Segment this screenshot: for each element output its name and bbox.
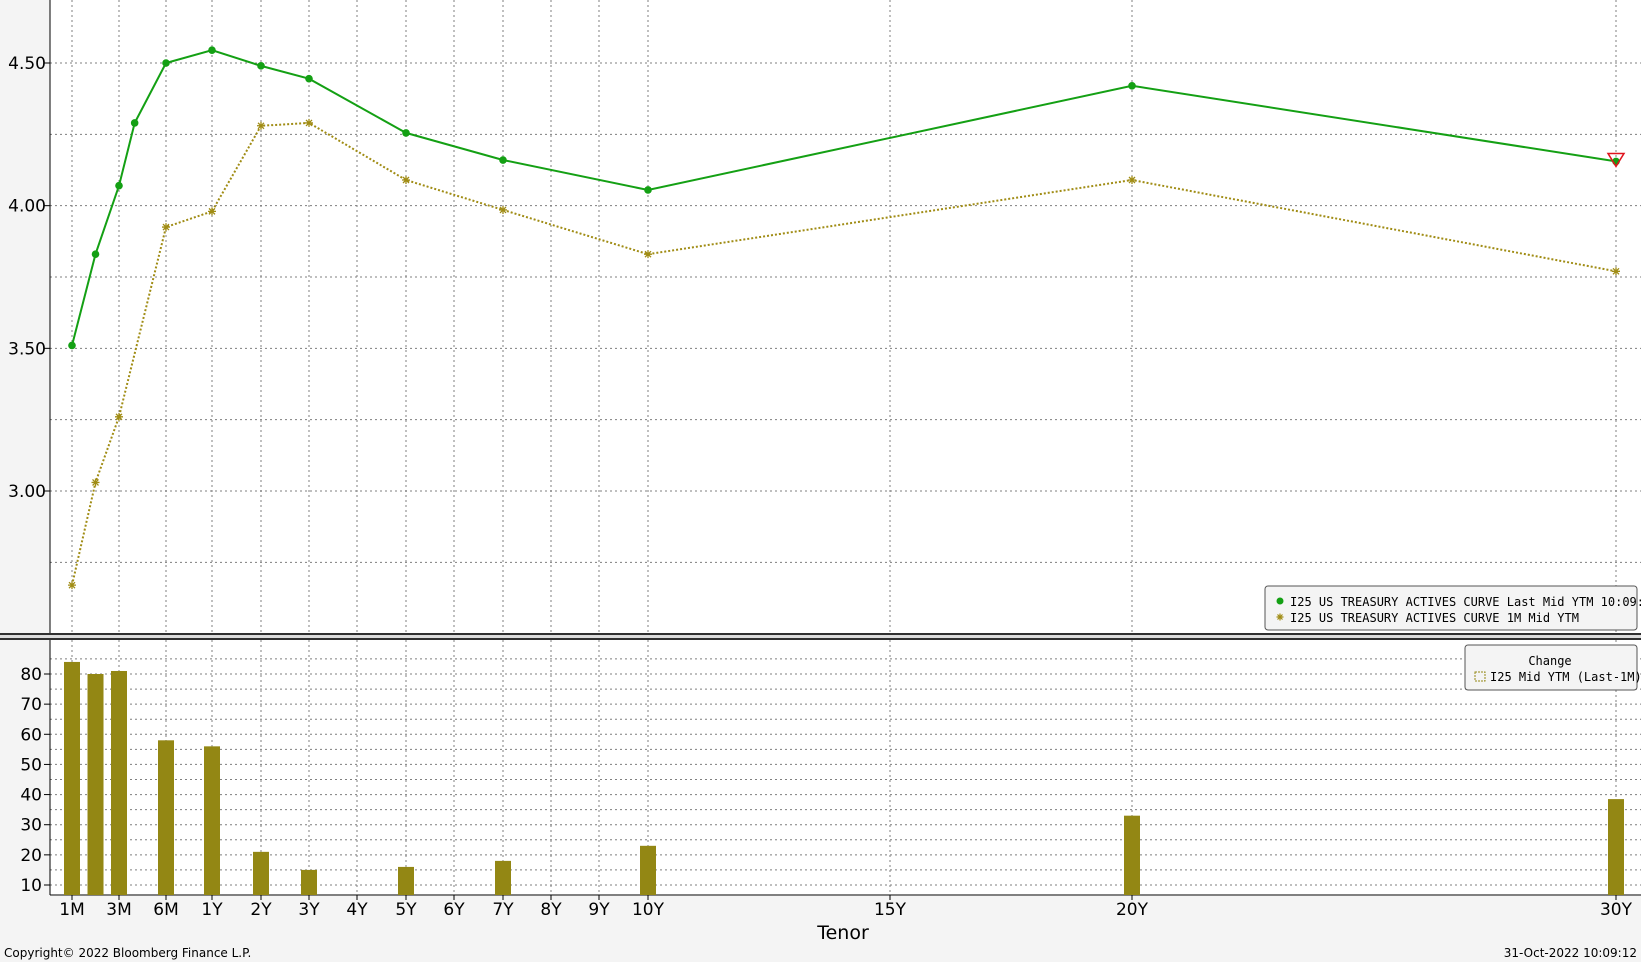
y-tick-label-bottom: 10: [20, 876, 42, 896]
timestamp-text: 31-Oct-2022 10:09:12: [1504, 946, 1637, 960]
x-tick-label: 9Y: [588, 900, 610, 920]
point-1m-mid: [257, 121, 265, 130]
point-last-mid: [91, 250, 100, 258]
y-tick-label-top: 3.00: [8, 482, 46, 502]
bar-change: [64, 661, 80, 895]
bar-change: [1608, 799, 1624, 895]
chart-canvas: 3.00 3.50 4.00 4.50 10 20 30 40 50 60 70 80 1M 3M 6M 1Y…: [0, 0, 1641, 962]
x-tick-label: 10Y: [632, 900, 665, 920]
bar-change: [495, 860, 511, 895]
point-last-mid: [208, 46, 216, 54]
point-1m-mid: [402, 175, 410, 184]
point-last-mid: [257, 62, 265, 70]
bar-change: [1124, 815, 1140, 895]
bar-change: [301, 869, 317, 895]
point-last-mid: [115, 181, 123, 190]
point-1m-mid: [68, 581, 76, 590]
bar-change: [87, 674, 104, 895]
y-tick-label-bottom: 30: [20, 816, 42, 836]
y-tick-label-bottom: 40: [20, 786, 42, 806]
legend-label-1m: I25 US TREASURY ACTIVES CURVE 1M Mid YTM: [1290, 611, 1579, 625]
legend-marker-last: [1276, 597, 1284, 605]
copyright-text: Copyright© 2022 Bloomberg Finance L.P.: [4, 946, 251, 960]
bar-change: [204, 746, 220, 895]
y-tick-label-bottom: 60: [20, 725, 42, 745]
point-1m-mid: [115, 412, 123, 421]
point-last-mid: [130, 119, 139, 127]
y-tick-label-top: 4.50: [8, 54, 46, 74]
bar-change: [158, 740, 174, 895]
x-tick-label: 1M: [59, 900, 84, 920]
x-tick-label: 3M: [106, 900, 131, 920]
x-tick-label: 6M: [153, 900, 178, 920]
y-tick-label-bottom: 20: [20, 846, 42, 866]
x-tick-label: 2Y: [250, 900, 272, 920]
legend-label-change: I25 Mid YTM (Last-1M): [1490, 670, 1641, 684]
y-tick-label-top: 4.00: [8, 197, 46, 217]
x-tick-label: 1Y: [201, 900, 223, 920]
point-last-mid: [68, 341, 76, 350]
x-tick-label: 8Y: [540, 900, 562, 920]
y-tick-label-top: 3.50: [8, 339, 46, 359]
bar-change: [640, 845, 656, 895]
point-last-mid: [305, 74, 313, 83]
x-tick-label: 6Y: [443, 900, 465, 920]
page-background: [0, 0, 1641, 962]
x-axis-title: Tenor: [816, 922, 869, 944]
point-1m-mid: [208, 207, 216, 216]
point-1m-mid: [644, 250, 652, 259]
yield-curve-chart: 3.00 3.50 4.00 4.50 10 20 30 40 50 60 70 80 1M 3M 6M 1Y…: [0, 0, 1641, 962]
point-last-mid: [162, 59, 170, 67]
legend-marker-1m: [1276, 613, 1284, 621]
y-tick-label-bottom: 70: [20, 695, 42, 715]
x-tick-label: 30Y: [1600, 900, 1633, 920]
y-tick-label-bottom: 50: [20, 755, 42, 775]
x-tick-label: 3Y: [298, 900, 320, 920]
point-1m-mid: [91, 478, 100, 487]
y-tick-label-bottom: 80: [20, 665, 42, 685]
point-1m-mid: [1128, 175, 1136, 184]
point-last-mid: [402, 129, 410, 137]
bar-change: [253, 851, 269, 895]
legend-title-change: Change: [1528, 654, 1571, 668]
x-tick-label: 4Y: [346, 900, 368, 920]
x-tick-label: 15Y: [874, 900, 907, 920]
point-last-mid: [1128, 82, 1136, 90]
point-last-mid: [644, 186, 652, 194]
point-1m-mid: [499, 205, 507, 214]
bar-change: [111, 670, 127, 895]
x-tick-label: 20Y: [1116, 900, 1149, 920]
point-1m-mid: [1612, 267, 1620, 276]
legend-label-last: I25 US TREASURY ACTIVES CURVE Last Mid Y…: [1290, 595, 1641, 609]
x-tick-label: 5Y: [395, 900, 417, 920]
point-1m-mid: [305, 118, 313, 127]
point-1m-mid: [162, 223, 170, 232]
bar-change: [398, 866, 414, 895]
x-tick-label: 7Y: [492, 900, 514, 920]
point-last-mid: [499, 156, 507, 164]
